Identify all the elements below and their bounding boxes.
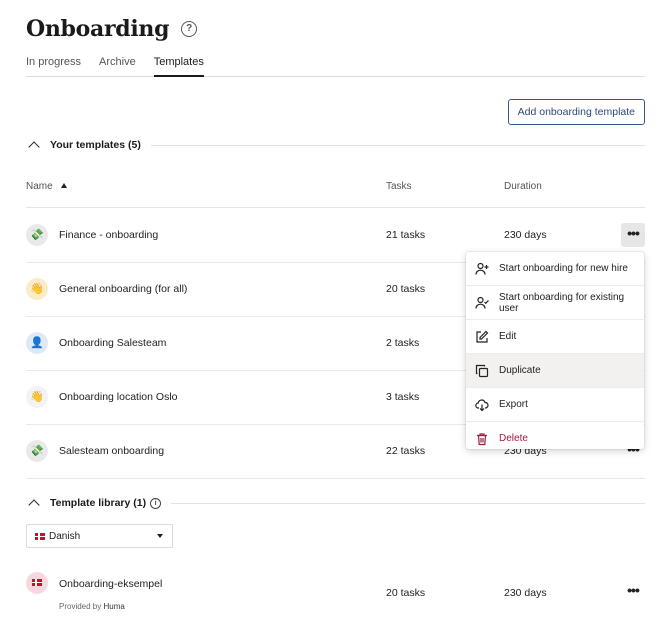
chevron-up-icon [28, 499, 40, 511]
menu-item-start-new-hire[interactable]: Start onboarding for new hire [466, 252, 644, 286]
template-name: Finance - onboarding [59, 229, 159, 241]
menu-item-label: Edit [499, 331, 517, 342]
menu-item-label: Delete [499, 433, 528, 444]
template-tasks: 20 tasks [386, 283, 426, 295]
menu-item-duplicate[interactable]: Duplicate [466, 354, 644, 388]
menu-item-label: Duplicate [499, 365, 541, 376]
provided-by: Provided by Huma [59, 602, 125, 611]
template-tasks: 3 tasks [386, 391, 420, 403]
sort-by-name-button[interactable]: Name [26, 181, 67, 192]
template-avatar: 💸 [26, 440, 48, 462]
tab-in-progress[interactable]: In progress [26, 54, 81, 75]
sort-ascending-icon [60, 183, 67, 188]
library-template-name: Onboarding-eksempel [59, 578, 163, 590]
library-avatar [26, 572, 48, 594]
menu-item-label: Start onboarding for existing user [499, 291, 625, 314]
your-templates-toggle[interactable]: Your templates (5) [26, 137, 645, 153]
edit-icon [475, 330, 489, 344]
chevron-up-icon [28, 141, 40, 153]
template-avatar: 💸 [26, 224, 48, 246]
your-templates-heading: Your templates (5) [50, 139, 141, 151]
template-avatar: 👋 [26, 386, 48, 408]
cloud-download-icon [475, 398, 489, 412]
menu-item-label: Start onboarding for new hire [499, 263, 628, 274]
section-divider [171, 502, 645, 504]
template-avatar: 👋 [26, 278, 48, 300]
user-check-icon [475, 296, 489, 310]
template-avatar: 👤 [26, 332, 48, 354]
more-options-button[interactable]: ••• [621, 223, 645, 247]
provider-name: Huma [103, 602, 125, 611]
template-tasks: 2 tasks [386, 337, 420, 349]
template-duration: 230 days [504, 229, 547, 241]
column-header-tasks: Tasks [386, 181, 412, 192]
template-context-menu: Start onboarding for new hire Start onbo… [466, 252, 644, 449]
provided-by-label: Provided by [59, 602, 102, 611]
template-name: Salesteam onboarding [59, 445, 165, 457]
title-row: Onboarding ? [26, 14, 198, 44]
menu-item-edit[interactable]: Edit [466, 320, 644, 354]
language-selected: Danish [49, 530, 81, 542]
library-row[interactable]: Onboarding-eksempel Provided by Huma 20 … [26, 570, 645, 621]
info-icon[interactable]: i [150, 497, 162, 509]
user-plus-icon [475, 262, 489, 276]
template-name: Onboarding Salesteam [59, 337, 167, 349]
menu-item-start-existing-user[interactable]: Start onboarding for existing user [466, 286, 644, 320]
template-library-toggle[interactable]: Template library (1) i [26, 495, 645, 511]
tab-archive[interactable]: Archive [99, 54, 136, 75]
tab-templates[interactable]: Templates [153, 54, 204, 77]
caret-down-icon [157, 534, 163, 538]
column-header-duration: Duration [504, 181, 542, 192]
language-select[interactable]: Danish [26, 524, 173, 548]
trash-icon [475, 432, 489, 446]
add-onboarding-template-button[interactable]: Add onboarding template [507, 99, 645, 125]
duplicate-icon [475, 364, 489, 378]
template-library-heading: Template library (1) [50, 497, 147, 509]
page-title: Onboarding [26, 16, 170, 42]
template-name: Onboarding location Oslo [59, 391, 178, 403]
template-tasks: 21 tasks [386, 229, 426, 241]
section-divider [150, 144, 645, 146]
template-name: General onboarding (for all) [59, 283, 188, 295]
tab-bar: In progress Archive Templates [26, 54, 645, 77]
column-header-name: Name [26, 181, 53, 192]
menu-item-label: Export [499, 399, 528, 410]
library-template-tasks: 20 tasks [386, 587, 426, 599]
library-template-duration: 230 days [504, 587, 547, 599]
menu-item-export[interactable]: Export [466, 388, 644, 422]
danish-flag-icon [32, 579, 42, 586]
menu-item-delete[interactable]: Delete [466, 422, 644, 455]
more-options-button[interactable]: ••• [621, 580, 645, 604]
help-icon[interactable]: ? [181, 21, 198, 37]
template-tasks: 22 tasks [386, 445, 426, 457]
danish-flag-icon [35, 532, 45, 540]
